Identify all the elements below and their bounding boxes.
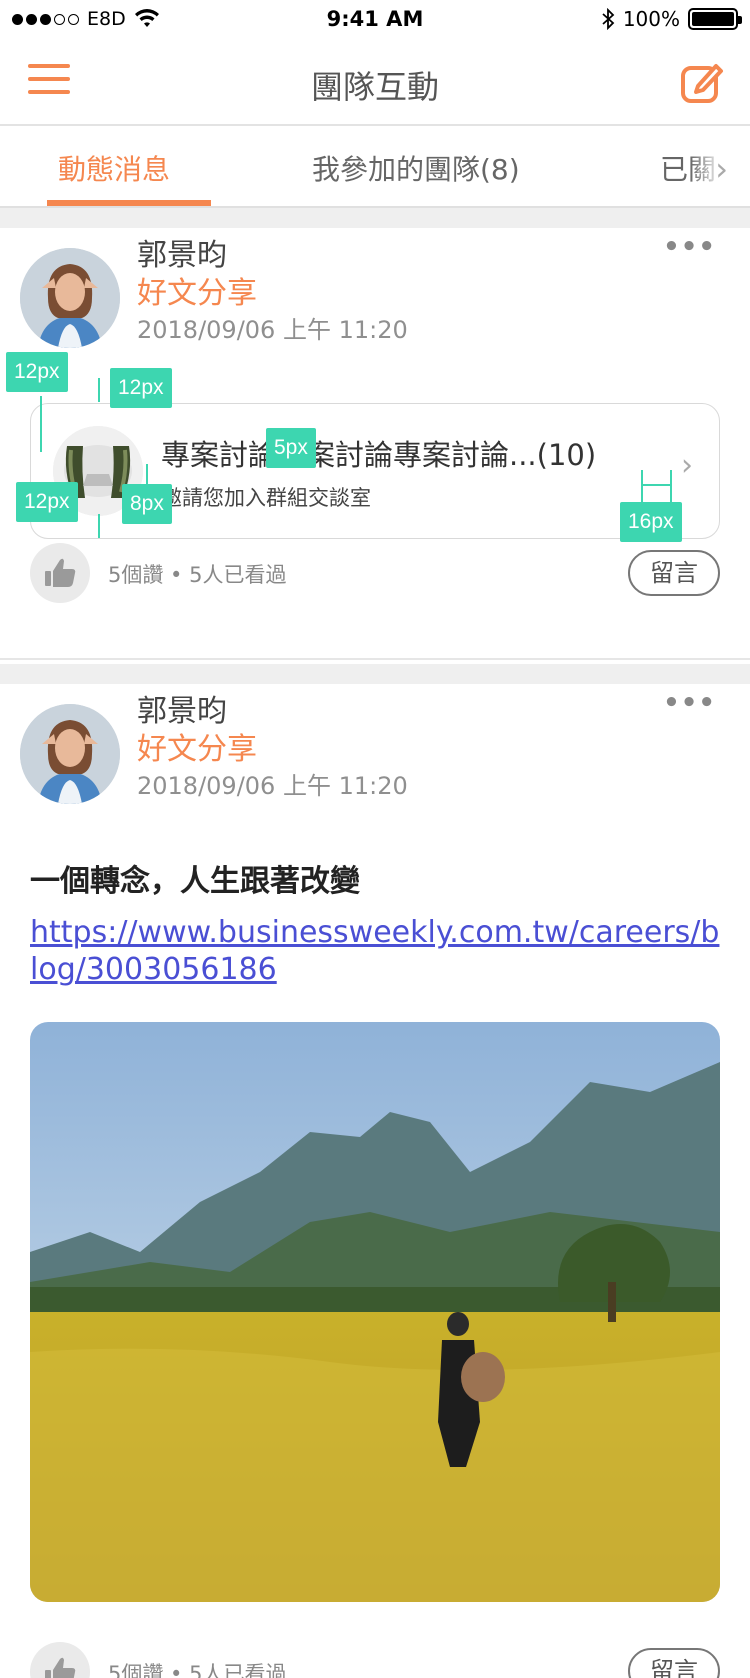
post-timestamp: 2018/09/06 上午 11:20 (137, 772, 408, 800)
post-card: 郭景昀 好文分享 2018/09/06 上午 11:20 ••• 專案討論專案討… (0, 228, 750, 660)
annotation-guide (98, 378, 100, 402)
bluetooth-icon (602, 8, 615, 30)
thumbs-up-icon (45, 558, 76, 587)
compose-icon[interactable] (680, 60, 724, 104)
battery-percent: 100% (622, 7, 680, 31)
annotation-label: 12px (110, 368, 172, 408)
comment-button[interactable]: 留言 (628, 550, 720, 596)
thumbs-up-icon (45, 1657, 76, 1678)
chevron-right-icon: › (681, 448, 693, 483)
more-options-icon[interactable]: ••• (663, 688, 716, 718)
post-link[interactable]: https://www.businessweekly.com.tw/career… (30, 914, 720, 988)
page-title: 團隊互動 (310, 68, 439, 106)
tab-my-teams[interactable]: 我參加的團隊(8) (312, 148, 520, 188)
like-button[interactable] (30, 543, 90, 603)
annotation-label: 8px (122, 484, 172, 524)
active-tab-indicator (47, 200, 211, 206)
post-text: 一個轉念，人生跟著改變 (30, 864, 360, 899)
tab-news-feed[interactable]: 動態消息 (58, 148, 170, 188)
status-bar: E8D 9:41 AM 100% (0, 0, 750, 40)
more-options-icon[interactable]: ••• (663, 232, 716, 262)
annotation-guide (670, 470, 672, 504)
annotation-label: 12px (6, 352, 68, 392)
annotation-guide (641, 484, 671, 486)
avatar[interactable] (20, 248, 120, 348)
avatar[interactable] (20, 704, 120, 804)
comment-button[interactable]: 留言 (628, 1648, 720, 1678)
post-stats: 5個讚 • 5人已看過 (108, 563, 287, 587)
post-image[interactable] (30, 1022, 720, 1602)
annotation-label: 5px (266, 428, 316, 468)
post-stats: 5個讚 • 5人已看過 (108, 1662, 287, 1678)
group-title: 專案討論專案討論專案討論...(10) (161, 438, 597, 472)
battery-icon (688, 8, 742, 30)
nav-bar: 團隊互動 (0, 40, 750, 126)
like-button[interactable] (30, 1642, 90, 1678)
post-timestamp: 2018/09/06 上午 11:20 (137, 316, 408, 344)
tab-bar: 動態消息 我參加的團隊(8) 已關 › (0, 126, 750, 208)
post-tag: 好文分享 (137, 732, 257, 767)
annotation-label: 16px (620, 502, 682, 542)
annotation-guide (641, 470, 643, 504)
section-gap (0, 664, 750, 684)
group-subtitle: 邀請您加入群組交談室 (161, 486, 371, 510)
annotation-guide (40, 396, 42, 452)
section-gap (0, 208, 750, 228)
annotation-label: 12px (16, 482, 78, 522)
post-card: 郭景昀 好文分享 2018/09/06 上午 11:20 ••• 一個轉念，人生… (0, 684, 750, 1678)
post-tag: 好文分享 (137, 276, 257, 311)
chevron-right-icon[interactable]: › (715, 150, 728, 188)
divider (0, 658, 750, 660)
status-right: 100% (601, 7, 742, 31)
annotation-guide (98, 514, 100, 538)
